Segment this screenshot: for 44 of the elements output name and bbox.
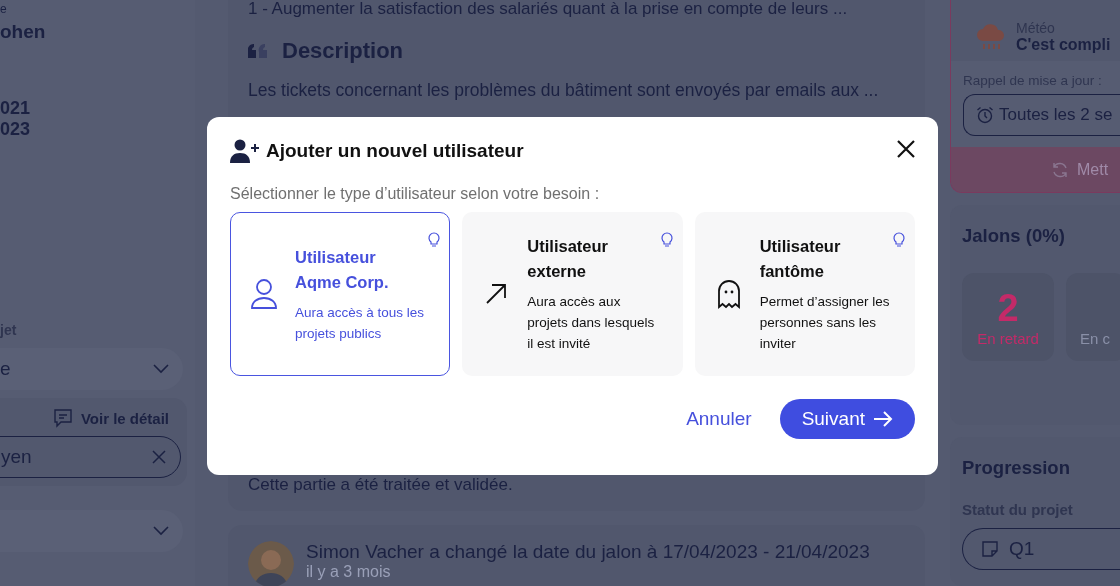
milestone-count: 2 (997, 287, 1019, 330)
alarm-clock-icon (976, 106, 994, 125)
person-icon (250, 278, 278, 310)
lightbulb-icon (893, 231, 905, 247)
next-button[interactable]: Suivant (779, 399, 915, 439)
reminder-select[interactable]: Toutes les 2 se (963, 94, 1120, 137)
rain-cloud-icon (976, 22, 1006, 51)
lightbulb-icon (660, 231, 673, 247)
clear-icon[interactable] (152, 450, 166, 464)
comment-icon (52, 408, 73, 428)
option-title: Utilisateur Aqme Corp. (295, 246, 390, 293)
date-text: 023 (0, 119, 32, 140)
note-icon (981, 540, 999, 558)
close-button[interactable] (897, 140, 915, 158)
option-description: Aura accès à tous les projets publics (295, 303, 425, 343)
update-button[interactable]: Mett (951, 147, 1120, 192)
chevron-down-icon (153, 364, 169, 374)
user-type-option[interactable]: Utilisateur externe Aura accès aux projets dans lesquels il est invité (462, 212, 683, 376)
ghost-icon (716, 279, 741, 309)
header-text: e (0, 2, 8, 16)
refresh-icon (1051, 160, 1069, 179)
option-title: Utilisateur externe (527, 236, 609, 282)
add-user-icon (230, 139, 260, 163)
milestone-label: En c (1080, 330, 1110, 347)
chevron-down-icon (153, 526, 169, 536)
owner-name: ohen (0, 20, 47, 44)
quote-icon (248, 44, 268, 58)
dialog-prompt: Sélectionner le type d’utilisateur selon votre besoin : (230, 185, 601, 203)
activity-time: il y a 3 mois (306, 563, 392, 581)
user-type-option[interactable]: Utilisateur fantôme Permet d’assigner les personnes sans les inviter (694, 212, 915, 376)
option-description: Permet d’assigner les personnes sans les inviter (759, 293, 890, 353)
lightbulb-icon (428, 231, 441, 247)
user-type-option[interactable]: Utilisateur Aqme Corp. Aura accès à tous les projets publics (230, 212, 451, 376)
dialog-title: Ajouter un nouvel utilisateur (266, 140, 525, 162)
project-select[interactable]: e (0, 348, 183, 390)
milestone-label: En retard (977, 330, 1039, 347)
option-description: Aura accès aux projets dans lesquels il est invité (527, 293, 656, 353)
progression-title: Progression (962, 457, 1071, 479)
date-text: 021 (0, 98, 32, 119)
cancel-button[interactable]: Annuler (686, 408, 752, 430)
arrow-right-icon (873, 411, 893, 427)
option-title: Utilisateur fantôme (759, 236, 842, 282)
arrow-up-right-icon (485, 283, 508, 305)
milestones-title: Jalons (0%) (962, 225, 1066, 247)
